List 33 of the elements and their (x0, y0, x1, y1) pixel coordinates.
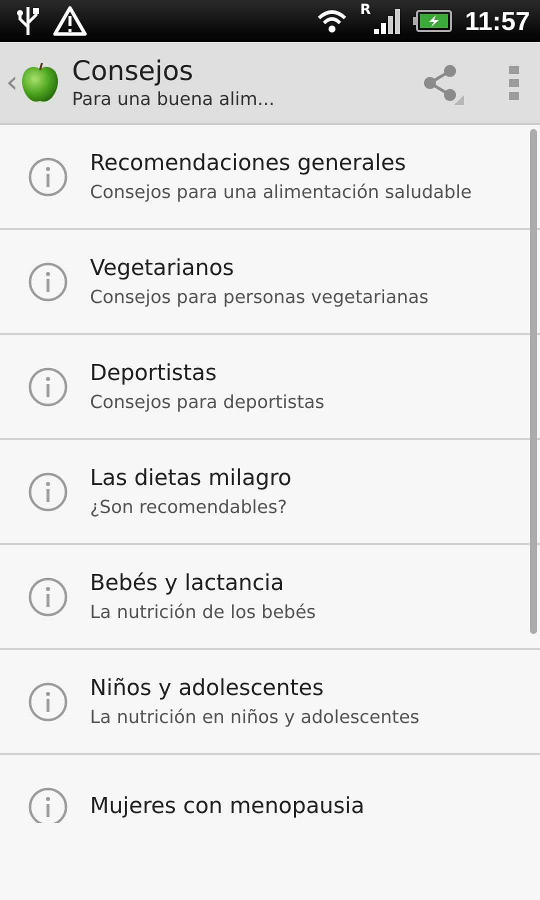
info-icon (28, 156, 68, 196)
info-icon (28, 262, 68, 302)
apple-icon (20, 60, 60, 104)
item-title: Deportistas (90, 360, 218, 386)
list-item[interactable]: Mujeres con menopausia (0, 755, 540, 823)
item-title: Mujeres con menopausia (90, 794, 364, 819)
info-icon (28, 682, 68, 722)
item-subtitle: ¿Son recomendables? (90, 496, 288, 518)
info-icon (28, 786, 68, 823)
list-item[interactable]: Niños y adolescentes La nutrición en niños y adolescentes (0, 650, 540, 755)
info-icon (28, 366, 68, 406)
item-title: Las dietas milagro (90, 466, 292, 490)
item-title: Bebés y lactancia (90, 570, 286, 596)
item-subtitle: La nutrición de los bebés (90, 602, 316, 622)
clock-time: 11:57 (464, 6, 530, 36)
screen-title: Consejos (72, 56, 194, 86)
item-subtitle: Consejos para deportistas (90, 392, 324, 412)
signal-icon (372, 7, 401, 35)
usb-icon (16, 5, 40, 37)
screen-subtitle: Para una buena alim... (72, 88, 276, 110)
item-subtitle: La nutrición en niños y adolescentes (90, 706, 420, 728)
roaming-indicator: R (360, 2, 371, 18)
wifi-icon (316, 8, 348, 34)
item-title: Recomendaciones generales (90, 150, 407, 176)
item-title: Vegetarianos (90, 256, 235, 280)
info-icon (28, 576, 68, 616)
warning-icon (52, 5, 88, 37)
battery-icon (412, 10, 453, 32)
overflow-menu-icon (508, 64, 520, 100)
info-icon (28, 472, 68, 512)
item-subtitle: Consejos para una alimentación saludable (90, 182, 472, 202)
item-subtitle: Consejos para personas vegetarianas (90, 286, 429, 308)
item-title: Niños y adolescentes (90, 676, 325, 700)
